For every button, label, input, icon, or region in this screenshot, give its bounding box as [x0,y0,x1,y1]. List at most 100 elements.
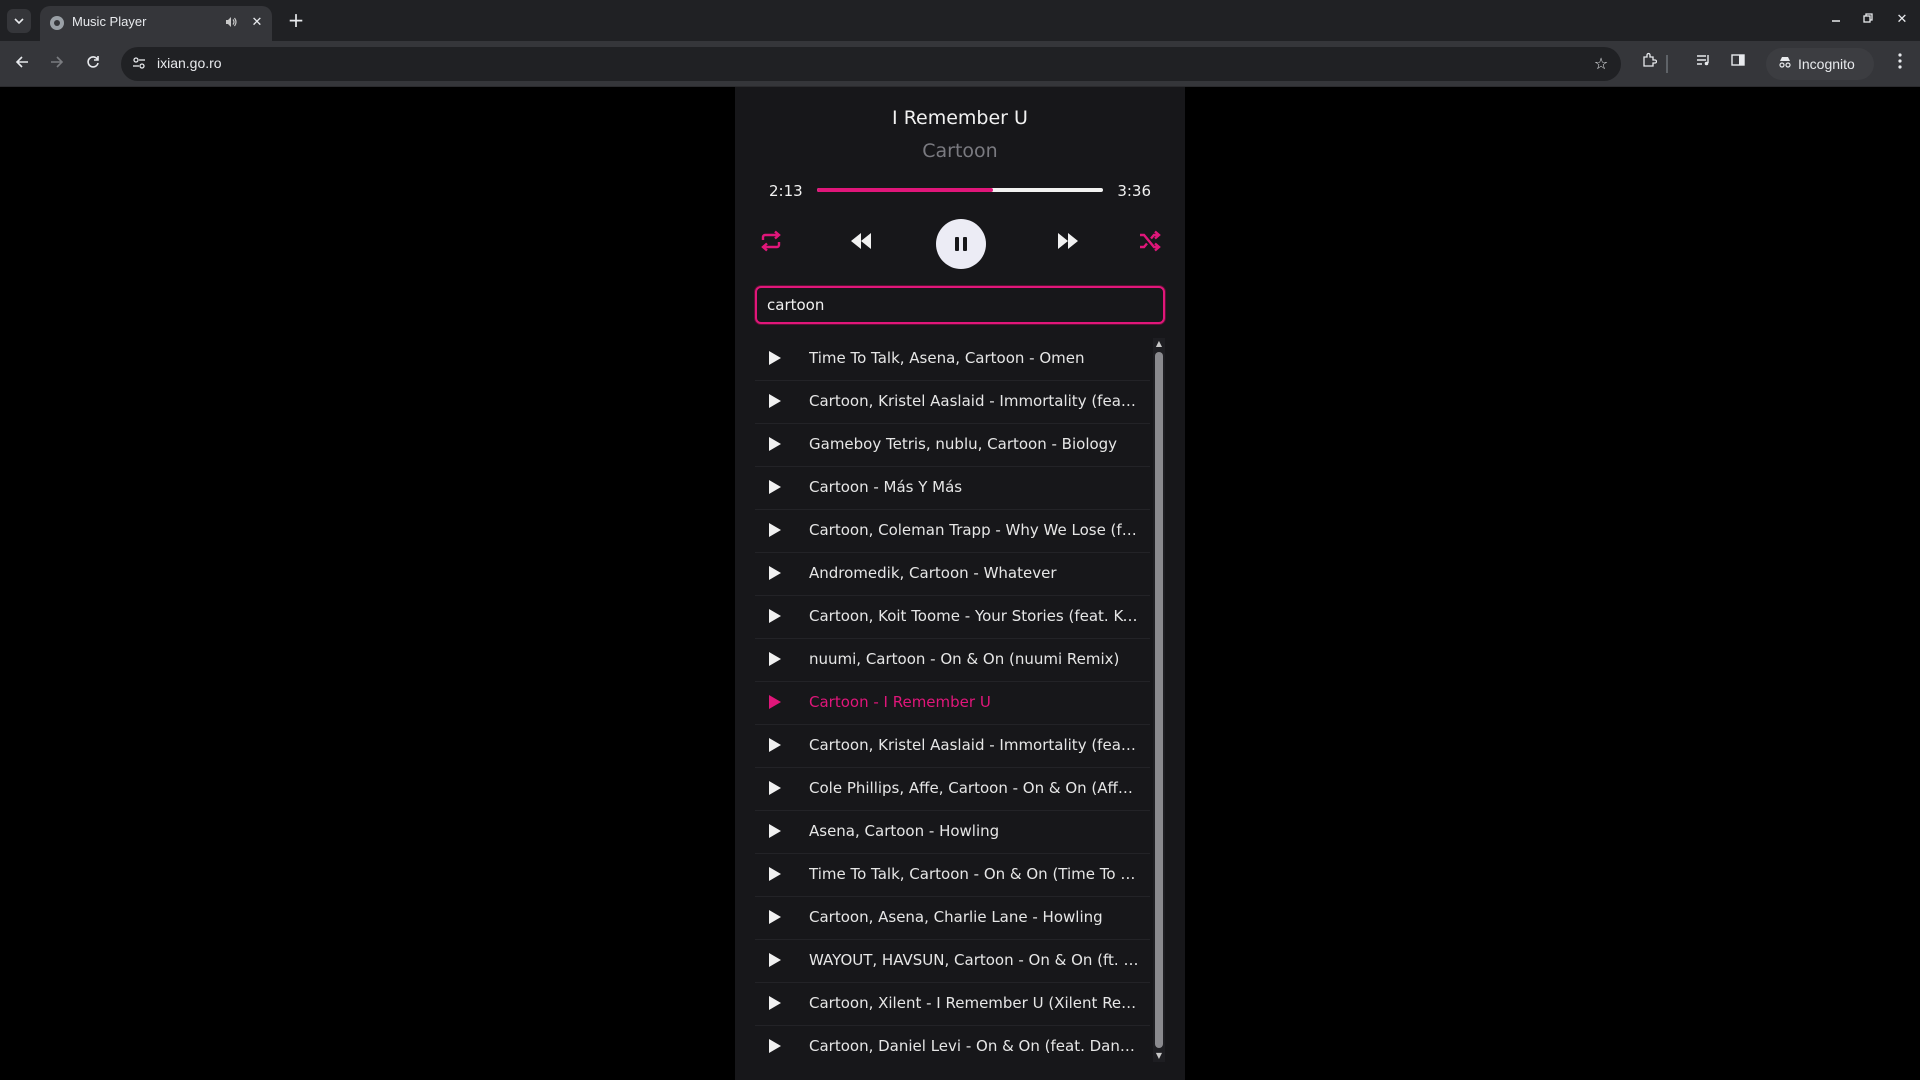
pause-button[interactable] [936,219,986,269]
play-icon[interactable] [768,953,782,967]
incognito-label: Incognito [1798,56,1855,72]
song-title: I Remember U [892,107,1028,129]
previous-icon [851,233,871,249]
playlist-item[interactable]: Cartoon, Kristel Aaslaid - Immortality (… [755,725,1150,768]
tab-music-player[interactable]: Music Player ✕ [40,6,272,41]
tab-title: Music Player [72,14,147,29]
playlist-item[interactable]: Gameboy Tetris, nublu, Cartoon - Biology [755,424,1150,467]
page-viewport: I Remember U Cartoon 2:13 3:36 cartoon T… [0,87,1920,1080]
url-text[interactable]: ixian.go.ro [157,55,222,71]
play-icon[interactable] [768,1039,782,1053]
playlist-item-label: Asena, Cartoon - Howling [809,822,1000,840]
current-time: 2:13 [769,182,803,200]
next-icon [1058,233,1078,249]
playlist-item-label: Cole Phillips, Affe, Cartoon - On & On (… [809,779,1139,797]
play-icon[interactable] [768,480,782,494]
toolbar-divider [1666,55,1668,73]
playlist-item[interactable]: Cartoon, Kristel Aaslaid - Immortality (… [755,381,1150,424]
song-artist: Cartoon [922,140,998,162]
bookmark-star-icon[interactable]: ☆ [1591,54,1611,74]
scroll-up-arrow-icon[interactable]: ▲ [1153,338,1165,350]
more-vert-icon[interactable] [1888,52,1912,76]
playlist-item[interactable]: Cartoon, Xilent - I Remember U (Xilent R… [755,983,1150,1026]
progress-bar[interactable] [817,188,1103,192]
play-icon[interactable] [768,996,782,1010]
playlist-item-label: Cartoon, Kristel Aaslaid - Immortality (… [809,736,1139,754]
playlist-item[interactable]: Cartoon - Más Y Más [755,467,1150,510]
play-icon[interactable] [768,695,782,709]
back-icon[interactable] [10,52,34,76]
scroll-down-arrow-icon[interactable]: ▼ [1153,1050,1165,1062]
scrollbar-thumb[interactable] [1155,352,1163,1048]
forward-icon[interactable] [45,52,69,76]
playlist-item-label: Cartoon, Kristel Aaslaid - Immortality (… [809,392,1139,410]
restore-icon[interactable] [1858,10,1878,30]
playlist-item[interactable]: Cartoon, Asena, Charlie Lane - Howling [755,897,1150,940]
music-player: I Remember U Cartoon 2:13 3:36 cartoon T… [735,87,1185,1080]
playlist-item-label: Cartoon, Koit Toome - Your Stories (feat… [809,607,1139,625]
playlist-item-label: Time To Talk, Asena, Cartoon - Omen [809,349,1085,367]
tab-strip: Music Player ✕ + ✕ [0,0,1920,41]
playlist-item-label: Cartoon - I Remember U [809,693,991,711]
play-icon[interactable] [768,824,782,838]
site-info-icon[interactable] [131,56,147,72]
repeat-icon [761,230,781,252]
chevron-down-icon [14,18,24,25]
playlist-item-label: Cartoon, Asena, Charlie Lane - Howling [809,908,1103,926]
playlist-item-label: Cartoon - Más Y Más [809,478,963,496]
speaker-icon[interactable] [224,15,240,31]
shuffle-icon [1140,230,1161,252]
progress-fill [817,188,994,192]
close-tab-icon[interactable]: ✕ [249,15,265,31]
play-icon[interactable] [768,351,782,365]
play-icon[interactable] [768,652,782,666]
search-input[interactable] [755,286,1165,324]
tab-search-button[interactable] [7,9,31,33]
playlist-item[interactable]: WAYOUT, HAVSUN, Cartoon - On & On (ft. D… [755,940,1150,983]
browser-toolbar: ixian.go.ro ☆ Incognito [0,41,1920,87]
playlist-item-label: Time To Talk, Cartoon - On & On (Time To… [809,865,1139,883]
globe-icon [50,16,64,30]
playlist-item[interactable]: nuumi, Cartoon - On & On (nuumi Remix) [755,639,1150,682]
play-icon[interactable] [768,437,782,451]
close-window-icon[interactable]: ✕ [1892,10,1912,30]
playlist-item-label: Andromedik, Cartoon - Whatever [809,564,1057,582]
side-panel-icon[interactable] [1726,52,1750,76]
duration-time: 3:36 [1117,182,1151,200]
play-icon[interactable] [768,566,782,580]
playlist-item[interactable]: Cole Phillips, Affe, Cartoon - On & On (… [755,768,1150,811]
play-icon[interactable] [768,781,782,795]
playlist-scrollbar[interactable]: ▲ ▼ [1153,338,1165,1062]
playlist-item-label: Cartoon, Xilent - I Remember U (Xilent R… [809,994,1139,1012]
new-tab-button[interactable]: + [284,8,308,32]
playlist-item-label: nuumi, Cartoon - On & On (nuumi Remix) [809,650,1120,668]
address-bar[interactable]: ixian.go.ro ☆ [121,47,1621,81]
play-icon[interactable] [768,394,782,408]
play-icon[interactable] [768,523,782,537]
playlist-item[interactable]: Asena, Cartoon - Howling [755,811,1150,854]
media-controls-icon[interactable] [1691,52,1715,76]
reload-icon[interactable] [81,52,105,76]
extensions-icon[interactable] [1637,52,1661,76]
next-button[interactable] [1048,221,1088,261]
play-icon[interactable] [768,910,782,924]
playlist-item[interactable]: Cartoon, Daniel Levi - On & On (feat. Da… [755,1026,1150,1062]
playlist-item[interactable]: Time To Talk, Cartoon - On & On (Time To… [755,854,1150,897]
play-icon[interactable] [768,867,782,881]
playlist-item-label: Cartoon, Daniel Levi - On & On (feat. Da… [809,1037,1139,1055]
incognito-indicator[interactable]: Incognito [1766,48,1874,80]
playlist: Time To Talk, Asena, Cartoon - Omen Carto… [755,338,1150,1062]
shuffle-button[interactable] [1130,221,1170,261]
playlist-item[interactable]: Time To Talk, Asena, Cartoon - Omen [755,338,1150,381]
minimize-icon[interactable] [1826,10,1846,30]
playlist-item-label: WAYOUT, HAVSUN, Cartoon - On & On (ft. D… [809,951,1139,969]
play-icon[interactable] [768,609,782,623]
playlist-item[interactable]: Cartoon, Koit Toome - Your Stories (feat… [755,596,1150,639]
play-icon[interactable] [768,738,782,752]
playlist-item[interactable]: Cartoon - I Remember U [755,682,1150,725]
playlist-item[interactable]: Andromedik, Cartoon - Whatever [755,553,1150,596]
playlist-item[interactable]: Cartoon, Coleman Trapp - Why We Lose (fe… [755,510,1150,553]
repeat-button[interactable] [751,221,791,261]
incognito-icon [1778,56,1792,71]
previous-button[interactable] [841,221,881,261]
